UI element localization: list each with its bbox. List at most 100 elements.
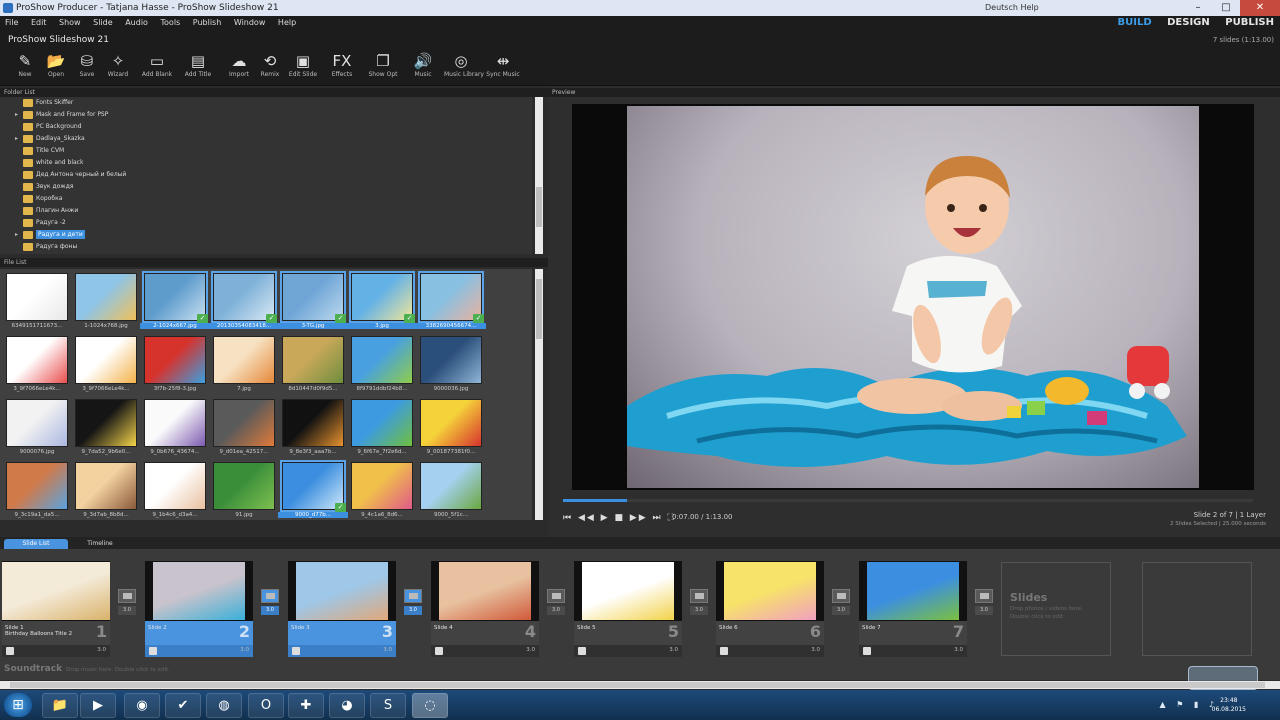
folder-item[interactable]: Радуга фоны [0,241,532,253]
transition-4[interactable]: 3.0 [546,589,566,619]
file-thumbnail[interactable]: 8d10447d0f9d5... [278,334,344,396]
expand-arrow-icon[interactable]: ▸ [15,133,18,145]
expand-arrow-icon[interactable]: ▸ [15,109,18,121]
tab-slide-list[interactable]: Slide List [4,539,68,549]
file-thumbnail[interactable]: 8f9791ddbf24b8... [347,334,413,396]
file-thumbnail[interactable]: ✓ 3-TG.jpg [278,271,348,333]
taskbar-opera[interactable]: O [248,693,284,718]
soundtrack-lane[interactable]: Soundtrack Drop music here. Double click … [4,664,170,674]
taskbar-explorer[interactable]: 📁 [42,693,78,718]
file-thumbnail[interactable]: 9000_5f1c... [416,460,482,520]
folder-item[interactable]: PC Background [0,121,532,133]
transition-3[interactable]: 3.0 [403,589,423,619]
transition-duration[interactable]: 3.0 [975,606,993,615]
file-thumbnail[interactable]: 9_4c1a6_8d6... [347,460,413,520]
transition-duration[interactable]: 3.0 [690,606,708,615]
toolbar-music-library-button[interactable]: ◎ Music Library [444,52,484,84]
file-thumbnail[interactable]: 9_7da52_9b6e0... [71,397,137,459]
slide-placeholder[interactable]: Slides Drop photos / videos here. Double… [1001,562,1111,656]
toolbar-sync-music-button[interactable]: ⇹ Sync Music [486,52,520,84]
transition-1[interactable]: 3.0 [117,589,137,619]
folder-item[interactable]: Звук дождя [0,181,532,193]
menu-audio[interactable]: Audio [120,16,153,30]
folder-item[interactable]: Fonts Skiffer [0,97,532,109]
taskbar-tasks[interactable]: ✔ [165,693,201,718]
file-thumbnail[interactable]: 1-1024x768.jpg [71,271,137,333]
toolbar-wizard-button[interactable]: ✧ Wizard [101,52,135,84]
transition-2[interactable]: 3.0 [260,589,280,619]
mode-publish[interactable]: PUBLISH [1225,17,1274,28]
folder-item[interactable]: ▸ Dadlaya_Skazka [0,133,532,145]
transport-controls[interactable]: ⏮ ◀◀ ▶ ■ ▶▶ ⏭ ⛶ [563,513,676,523]
toolbar-effects-button[interactable]: FX Effects [325,52,359,84]
folder-item[interactable]: Дед Антона черный и белый [0,169,532,181]
toolbar-remix-button[interactable]: ⟲ Remix [253,52,287,84]
folder-item[interactable]: Плагин Анжи [0,205,532,217]
menu-tools[interactable]: Tools [156,16,186,30]
menu-slide[interactable]: Slide [88,16,118,30]
taskbar-skype[interactable]: S [370,693,406,718]
close-button[interactable]: ✕ [1240,0,1280,16]
file-thumbnail[interactable]: 9_8e3f3_aaa7b... [278,397,344,459]
file-thumbnail[interactable]: 7.jpg [209,334,275,396]
clock[interactable]: 23:48 06.08.2015 [1212,696,1246,714]
transition-icon[interactable] [975,589,993,603]
toolbar-new-button[interactable]: ✎ New [8,52,42,84]
transition-icon[interactable] [832,589,850,603]
system-tray[interactable]: ▲ ⚑ ▮ ♪ [1160,700,1218,709]
slide-options-icon[interactable] [149,647,157,655]
taskbar-proshow[interactable]: ◌ [412,693,448,718]
transition-duration[interactable]: 3.0 [832,606,850,615]
slide-duration[interactable]: 3.0 [240,647,249,653]
transition-icon[interactable] [118,589,136,603]
slide-list-scrollbar[interactable] [0,681,1280,689]
file-thumbnail[interactable]: ✓ 9000_d77b... [278,460,348,520]
transition-5[interactable]: 3.0 [689,589,709,619]
folder-list-scrollbar[interactable] [535,97,543,254]
menu-edit[interactable]: Edit [26,16,52,30]
file-thumbnail[interactable]: 9_d01ea_42517... [209,397,275,459]
file-thumbnail[interactable]: 9_0b676_43674... [140,397,206,459]
slide-options-icon[interactable] [6,647,14,655]
file-thumbnail[interactable]: ✓ 20130354083418... [209,271,279,333]
file-thumbnail[interactable]: 3_9f7066eLe4k... [71,334,137,396]
folder-item[interactable]: Радуга -2 [0,217,532,229]
user-label[interactable]: Deutsch Help [985,0,1039,16]
toolbar-show-opt-button[interactable]: ❐ Show Opt [366,52,400,84]
menu-publish[interactable]: Publish [188,16,227,30]
slide-3[interactable]: Slide 3 3 3.0 [288,561,396,659]
menu-show[interactable]: Show [54,16,86,30]
minimize-button[interactable]: – [1184,0,1212,16]
transition-duration[interactable]: 3.0 [547,606,565,615]
toolbar-import-button[interactable]: ☁ Import [222,52,256,84]
slide-duration[interactable]: 3.0 [669,647,678,653]
slide-options-icon[interactable] [863,647,871,655]
slide-duration[interactable]: 3.0 [811,647,820,653]
tab-timeline[interactable]: Timeline [72,539,128,549]
slide-2[interactable]: Slide 2 2 3.0 [145,561,253,659]
file-thumbnail[interactable]: 9_001877381f0... [416,397,482,459]
transition-duration[interactable]: 3.0 [261,606,279,615]
playback-progress[interactable] [563,499,1253,502]
slide-5[interactable]: Slide 5 5 3.0 [574,561,682,659]
file-thumbnail[interactable]: 3_9f7066eLe4k... [2,334,68,396]
file-thumbnail[interactable]: ✓ 3382690456674... [416,271,486,333]
maximize-button[interactable]: □ [1212,0,1240,16]
slide-duration[interactable]: 3.0 [526,647,535,653]
file-list-scrollbar[interactable] [535,269,543,520]
toolbar-add-blank-button[interactable]: ▭ Add Blank [140,52,174,84]
folder-item[interactable]: Title CVM [0,145,532,157]
slide-6[interactable]: Slide 6 6 3.0 [716,561,824,659]
slide-options-icon[interactable] [435,647,443,655]
transition-icon[interactable] [261,589,279,603]
file-thumbnail[interactable]: 91.jpg [209,460,275,520]
file-thumbnail[interactable]: ✓ 3.jpg [347,271,417,333]
transition-duration[interactable]: 3.0 [404,606,422,615]
transition-icon[interactable] [404,589,422,603]
slide-placeholder-empty[interactable] [1142,562,1252,656]
slide-options-icon[interactable] [578,647,586,655]
file-thumbnail[interactable]: 9_3d7ab_8b8d... [71,460,137,520]
file-thumbnail[interactable]: ✓ 2-1024x667.jpg [140,271,210,333]
taskbar-chrome[interactable]: ◍ [206,693,242,718]
folder-item[interactable]: Коробка [0,193,532,205]
